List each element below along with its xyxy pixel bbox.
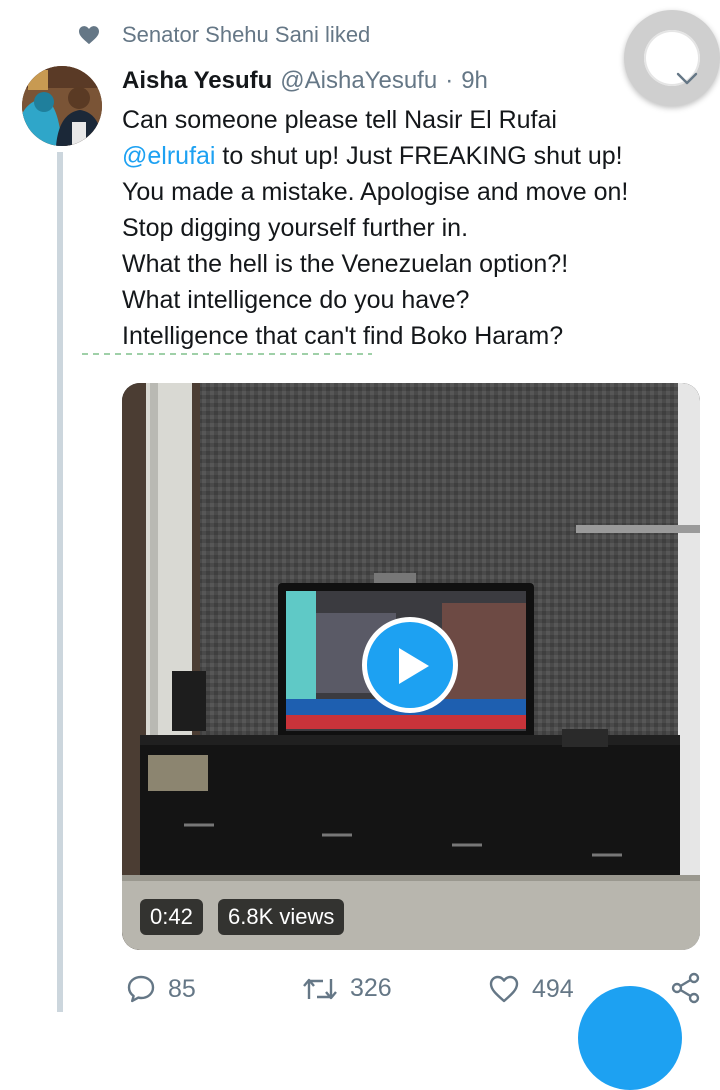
share-button[interactable]: [670, 972, 702, 1004]
like-icon: [489, 975, 519, 1003]
reply-icon: [127, 975, 155, 1003]
retweet-button[interactable]: 326: [302, 974, 392, 1003]
like-button[interactable]: 494: [488, 974, 574, 1004]
divider: [82, 353, 372, 355]
header-separator: ·: [445, 67, 454, 94]
tweet-text-line: Intelligence that can't find Boko Haram?: [122, 322, 564, 350]
author-name[interactable]: Aisha Yesufu: [122, 67, 272, 95]
like-count: 494: [532, 974, 574, 1003]
author-handle[interactable]: @AishaYesufu: [280, 67, 437, 95]
tweet-text-line: What the hell is the Venezuelan option?!: [122, 250, 569, 278]
video-player[interactable]: 0:42 6.8K views: [122, 383, 700, 950]
tweet-timestamp[interactable]: 9h: [461, 67, 488, 95]
tweet-header: Aisha Yesufu @AishaYesufu · 9h: [122, 64, 488, 98]
heart-icon: [79, 26, 99, 45]
tweet-text-line: Stop digging yourself further in.: [122, 214, 469, 242]
social-context-text: Senator Shehu Sani liked: [122, 22, 371, 47]
tweet-text: Can someone please tell Nasir El Rufai @…: [122, 102, 712, 354]
chevron-down-icon[interactable]: [676, 72, 698, 86]
reply-count: 85: [168, 974, 196, 1003]
share-icon: [671, 972, 700, 1004]
video-duration: 0:42: [140, 899, 203, 935]
compose-fab[interactable]: [578, 986, 682, 1090]
retweet-icon: [303, 978, 337, 999]
reply-button[interactable]: 85: [126, 974, 196, 1004]
tweet-text-line: You made a mistake. Apologise and move o…: [122, 178, 629, 206]
social-context[interactable]: Senator Shehu Sani liked: [78, 20, 370, 50]
thread-line: [57, 152, 63, 1012]
tweet-text-line: @elrufai to shut up! Just FREAKING shut …: [122, 142, 623, 170]
tweet-text-line: What intelligence do you have?: [122, 286, 470, 314]
view-count: 6.8K views: [218, 899, 345, 935]
play-icon: [399, 648, 429, 684]
avatar[interactable]: [22, 66, 102, 146]
retweet-count: 326: [350, 974, 392, 1002]
floating-overlay-button[interactable]: [624, 10, 720, 106]
tweet-text-line: Can someone please tell Nasir El Rufai: [122, 106, 557, 134]
mention-link[interactable]: @elrufai: [122, 142, 215, 170]
play-button[interactable]: [362, 617, 458, 713]
